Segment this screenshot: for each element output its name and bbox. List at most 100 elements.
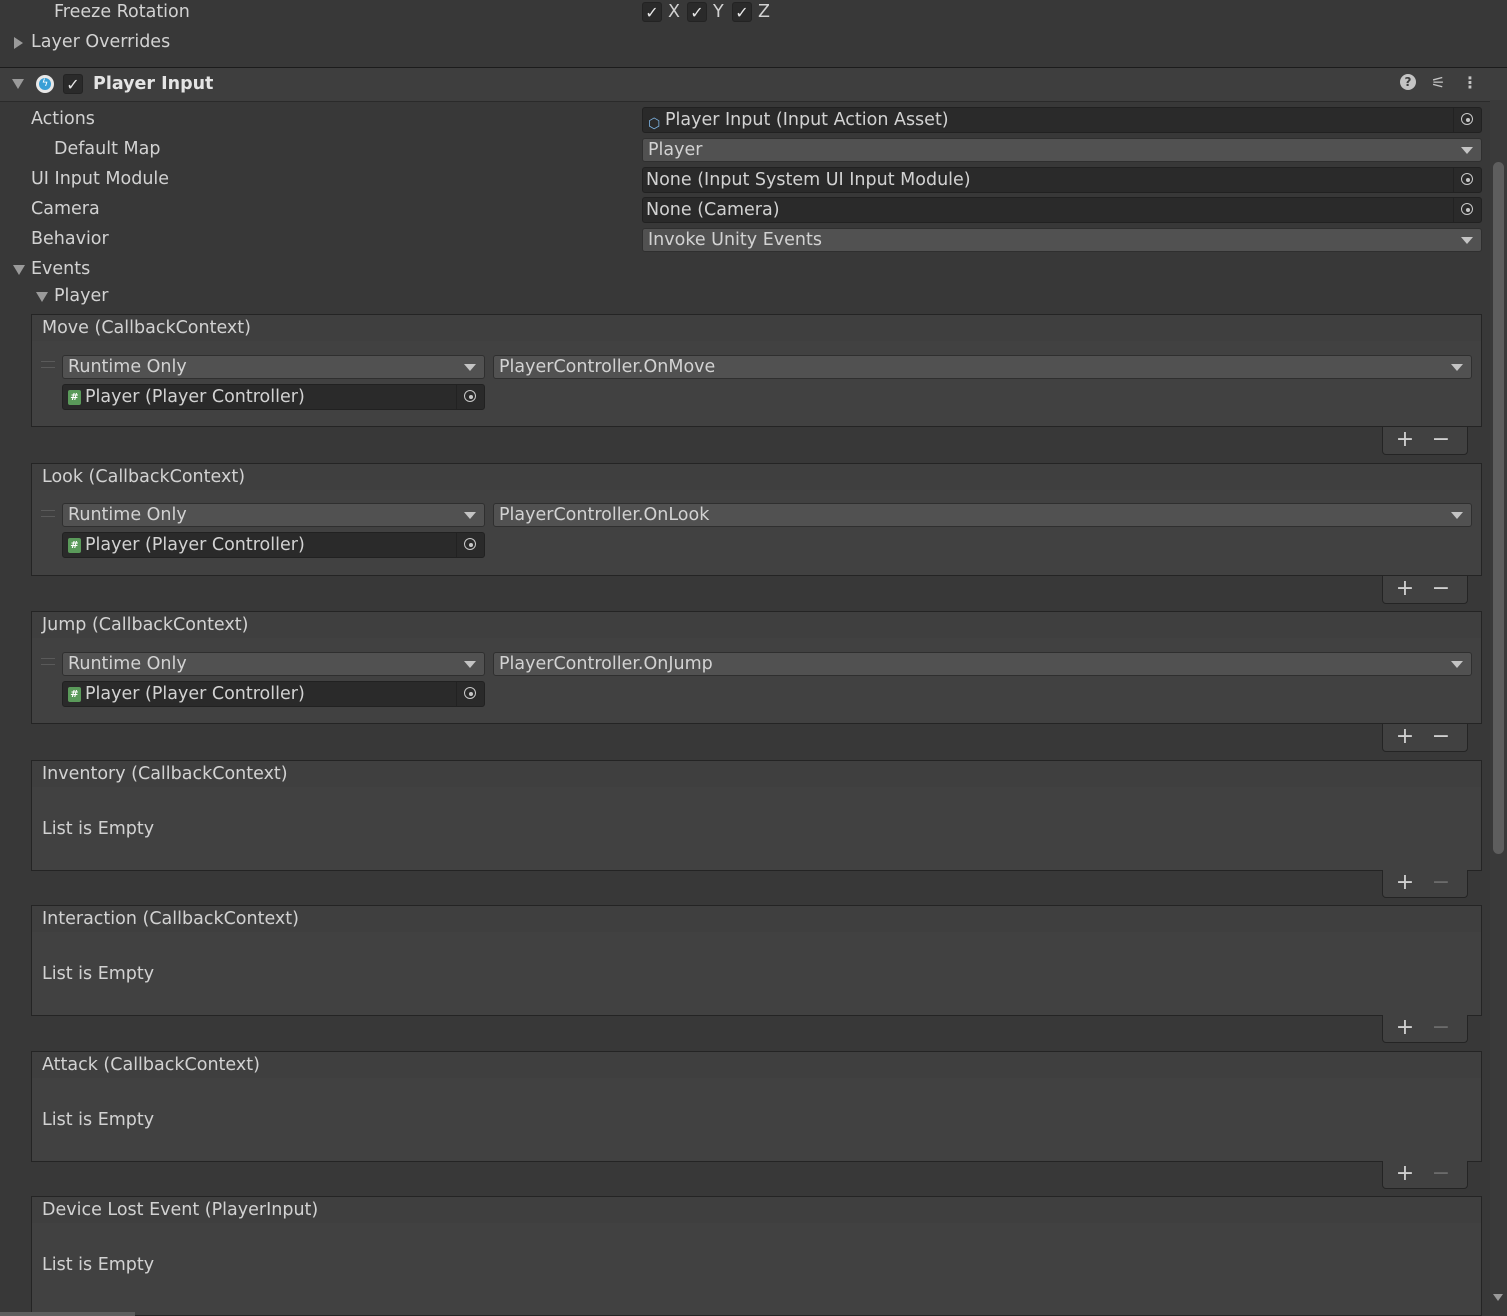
event-title: Jump (CallbackContext): [42, 615, 249, 635]
chevron-down-icon: [1461, 147, 1473, 154]
component-enabled-checkbox[interactable]: ✓: [63, 74, 83, 94]
camera-object-field[interactable]: None (Camera): [642, 197, 1482, 223]
chevron-down-icon: [1451, 364, 1463, 371]
event-attack: Attack (CallbackContext) List is Empty +…: [31, 1051, 1482, 1190]
add-entry-button[interactable]: +: [1391, 870, 1419, 896]
remove-entry-button[interactable]: −: [1427, 427, 1455, 453]
drag-handle-icon[interactable]: [41, 510, 55, 517]
behavior-dropdown[interactable]: Invoke Unity Events: [642, 228, 1482, 252]
drag-handle-icon[interactable]: [41, 658, 55, 665]
scroll-down-arrow-icon[interactable]: [1493, 1294, 1503, 1301]
runtime-mode-dropdown[interactable]: Runtime Only: [62, 355, 485, 379]
chevron-down-icon: [464, 512, 476, 519]
function-value: PlayerController.OnJump: [499, 654, 713, 674]
script-icon: #: [68, 687, 81, 702]
vertical-scrollbar[interactable]: [1490, 100, 1507, 1316]
ui-input-module-object-field[interactable]: None (Input System UI Input Module): [642, 167, 1482, 193]
target-object-field[interactable]: # Player (Player Controller): [62, 681, 485, 707]
event-body: List is Empty: [31, 1078, 1482, 1162]
remove-entry-button[interactable]: −: [1427, 576, 1455, 602]
actions-label: Actions: [31, 109, 95, 129]
list-empty-label: List is Empty: [42, 1255, 155, 1275]
event-header: Device Lost Event (PlayerInput): [31, 1196, 1482, 1224]
scrollbar-thumb[interactable]: [1493, 162, 1504, 854]
chevron-down-icon: [464, 661, 476, 668]
function-value: PlayerController.OnLook: [499, 505, 710, 525]
drag-handle-icon[interactable]: [41, 361, 55, 368]
add-entry-button[interactable]: +: [1391, 724, 1419, 750]
function-dropdown[interactable]: PlayerController.OnMove: [493, 355, 1472, 379]
object-picker-icon[interactable]: [456, 533, 484, 557]
event-header: Inventory (CallbackContext): [31, 760, 1482, 788]
remove-entry-button[interactable]: −: [1427, 870, 1455, 896]
event-body: Runtime Only PlayerController.OnMove # P…: [31, 341, 1482, 427]
event-interaction: Interaction (CallbackContext) List is Em…: [31, 905, 1482, 1044]
event-device-lost: Device Lost Event (PlayerInput) List is …: [31, 1196, 1482, 1316]
runtime-mode-value: Runtime Only: [68, 357, 187, 377]
runtime-mode-dropdown[interactable]: Runtime Only: [62, 503, 485, 527]
object-picker-icon[interactable]: [456, 682, 484, 706]
actions-object-field[interactable]: ⬡ Player Input (Input Action Asset): [642, 107, 1482, 133]
layer-overrides-label[interactable]: Layer Overrides: [31, 30, 170, 54]
help-icon[interactable]: ?: [1400, 74, 1416, 90]
event-footer: + −: [1382, 576, 1468, 604]
kebab-menu-icon[interactable]: ⋮: [1462, 73, 1478, 92]
target-object-field[interactable]: # Player (Player Controller): [62, 532, 485, 558]
freeze-rotation-y-checkbox[interactable]: ✓: [687, 2, 707, 22]
freeze-rotation-x-checkbox[interactable]: ✓: [642, 2, 662, 22]
add-entry-button[interactable]: +: [1391, 1015, 1419, 1041]
event-footer: + −: [1382, 870, 1468, 898]
axis-y-label: Y: [713, 2, 724, 22]
chevron-down-icon: [464, 364, 476, 371]
function-dropdown[interactable]: PlayerController.OnLook: [493, 503, 1472, 527]
actions-object-picker-icon[interactable]: [1453, 108, 1481, 132]
event-title: Attack (CallbackContext): [42, 1055, 260, 1075]
add-entry-button[interactable]: +: [1391, 427, 1419, 453]
actions-value: Player Input (Input Action Asset): [665, 110, 949, 130]
event-title: Look (CallbackContext): [42, 467, 246, 487]
event-header: Look (CallbackContext): [31, 463, 1482, 491]
target-value: Player (Player Controller): [85, 387, 305, 407]
chevron-down-icon: [1451, 512, 1463, 519]
target-value: Player (Player Controller): [85, 535, 305, 555]
ui-input-module-object-picker-icon[interactable]: [1453, 168, 1481, 192]
object-picker-icon[interactable]: [456, 385, 484, 409]
freeze-rotation-z-checkbox[interactable]: ✓: [732, 2, 752, 22]
player-group-foldout-arrow[interactable]: [36, 292, 48, 302]
camera-object-picker-icon[interactable]: [1453, 198, 1481, 222]
ui-input-module-value: None (Input System UI Input Module): [646, 170, 971, 190]
event-title: Inventory (CallbackContext): [42, 764, 288, 784]
chevron-down-icon: [1461, 237, 1473, 244]
axis-x-label: X: [668, 2, 680, 22]
component-foldout-arrow[interactable]: [12, 79, 24, 89]
component-title: Player Input: [93, 74, 214, 94]
player-group-label[interactable]: Player: [54, 284, 108, 308]
remove-entry-button[interactable]: −: [1427, 1015, 1455, 1041]
layer-overrides-foldout-arrow[interactable]: [14, 37, 23, 49]
runtime-mode-dropdown[interactable]: Runtime Only: [62, 652, 485, 676]
camera-value: None (Camera): [646, 200, 780, 220]
remove-entry-button[interactable]: −: [1427, 1161, 1455, 1187]
events-foldout-arrow[interactable]: [13, 265, 25, 275]
function-dropdown[interactable]: PlayerController.OnJump: [493, 652, 1472, 676]
component-header: [0, 67, 1507, 102]
target-object-field[interactable]: # Player (Player Controller): [62, 384, 485, 410]
event-body: List is Empty: [31, 787, 1482, 871]
add-entry-button[interactable]: +: [1391, 576, 1419, 602]
event-body: Runtime Only PlayerController.OnLook # P…: [31, 490, 1482, 576]
axis-z-label: Z: [758, 2, 770, 22]
events-label[interactable]: Events: [31, 257, 90, 281]
default-map-dropdown[interactable]: Player: [642, 138, 1482, 162]
event-footer: + −: [1382, 1161, 1468, 1189]
event-footer: + −: [1382, 1015, 1468, 1043]
presets-icon[interactable]: ⚟: [1431, 73, 1445, 92]
event-header: Interaction (CallbackContext): [31, 905, 1482, 933]
event-body: Runtime Only PlayerController.OnJump # P…: [31, 638, 1482, 724]
event-header: Attack (CallbackContext): [31, 1051, 1482, 1079]
add-entry-button[interactable]: +: [1391, 1161, 1419, 1187]
input-action-asset-icon: ⬡: [648, 116, 661, 132]
horizontal-scrollbar-thumb[interactable]: [0, 1312, 135, 1316]
event-body: List is Empty: [31, 1223, 1482, 1316]
script-icon: #: [68, 390, 81, 405]
remove-entry-button[interactable]: −: [1427, 724, 1455, 750]
